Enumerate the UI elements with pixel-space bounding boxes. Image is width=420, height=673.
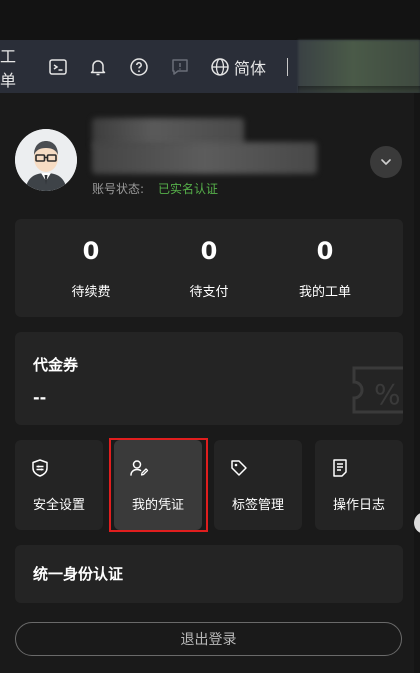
tile-label: 安全设置 [32, 498, 85, 513]
expand-account-button[interactable] [370, 146, 402, 178]
ticket-link[interactable]: 工单 [0, 40, 22, 93]
voucher-value: -- [33, 388, 47, 407]
stat-label: 我的工单 [298, 285, 351, 300]
tag-icon [231, 460, 247, 476]
sso-card[interactable]: 统一身份认证 [15, 545, 403, 603]
help-icon[interactable] [127, 40, 151, 93]
stat-label: 待支付 [189, 285, 229, 300]
voucher-card[interactable]: 代金券 -- % [15, 332, 403, 425]
stat-value: 0 [200, 237, 218, 265]
globe-icon[interactable] [208, 40, 232, 93]
account-stats-card: 0 待续费 0 待支付 0 我的工单 [15, 219, 403, 317]
stat-label: 待续费 [71, 285, 111, 300]
avatar[interactable] [15, 129, 77, 191]
terminal-icon[interactable] [46, 40, 70, 93]
chevron-down-icon [381, 159, 391, 165]
stat-value: 0 [316, 237, 334, 265]
tile-label: 标签管理 [231, 498, 284, 513]
bell-icon[interactable] [86, 40, 110, 93]
sso-title: 统一身份认证 [33, 565, 124, 583]
stat-pending-renewal[interactable]: 0 待续费 [41, 219, 141, 317]
top-strip [0, 0, 420, 40]
panel-right-edge [414, 93, 420, 673]
voucher-title: 代金券 [33, 356, 79, 374]
verification-status: 已实名认证 [158, 182, 219, 196]
tile-security-settings[interactable]: 安全设置 [15, 440, 103, 530]
topbar-divider [287, 58, 288, 76]
language-selector[interactable]: 简体 [233, 40, 267, 93]
logout-button[interactable]: 退出登录 [15, 622, 402, 656]
tile-label: 操作日志 [332, 498, 385, 513]
blurred-account-id [92, 142, 317, 174]
stat-pending-payment[interactable]: 0 待支付 [159, 219, 259, 317]
feedback-icon[interactable] [168, 40, 192, 93]
stat-my-tickets[interactable]: 0 我的工单 [275, 219, 375, 317]
shield-settings-icon [32, 459, 48, 477]
stat-value: 0 [82, 237, 100, 265]
highlight-box [109, 438, 208, 532]
document-log-icon [333, 459, 347, 477]
tile-tag-management[interactable]: 标签管理 [214, 440, 302, 530]
tile-operation-log[interactable]: 操作日志 [315, 440, 403, 530]
coupon-icon: % [352, 366, 403, 414]
account-status-label: 账号状态: [92, 182, 145, 196]
svg-text:%: % [374, 378, 401, 411]
